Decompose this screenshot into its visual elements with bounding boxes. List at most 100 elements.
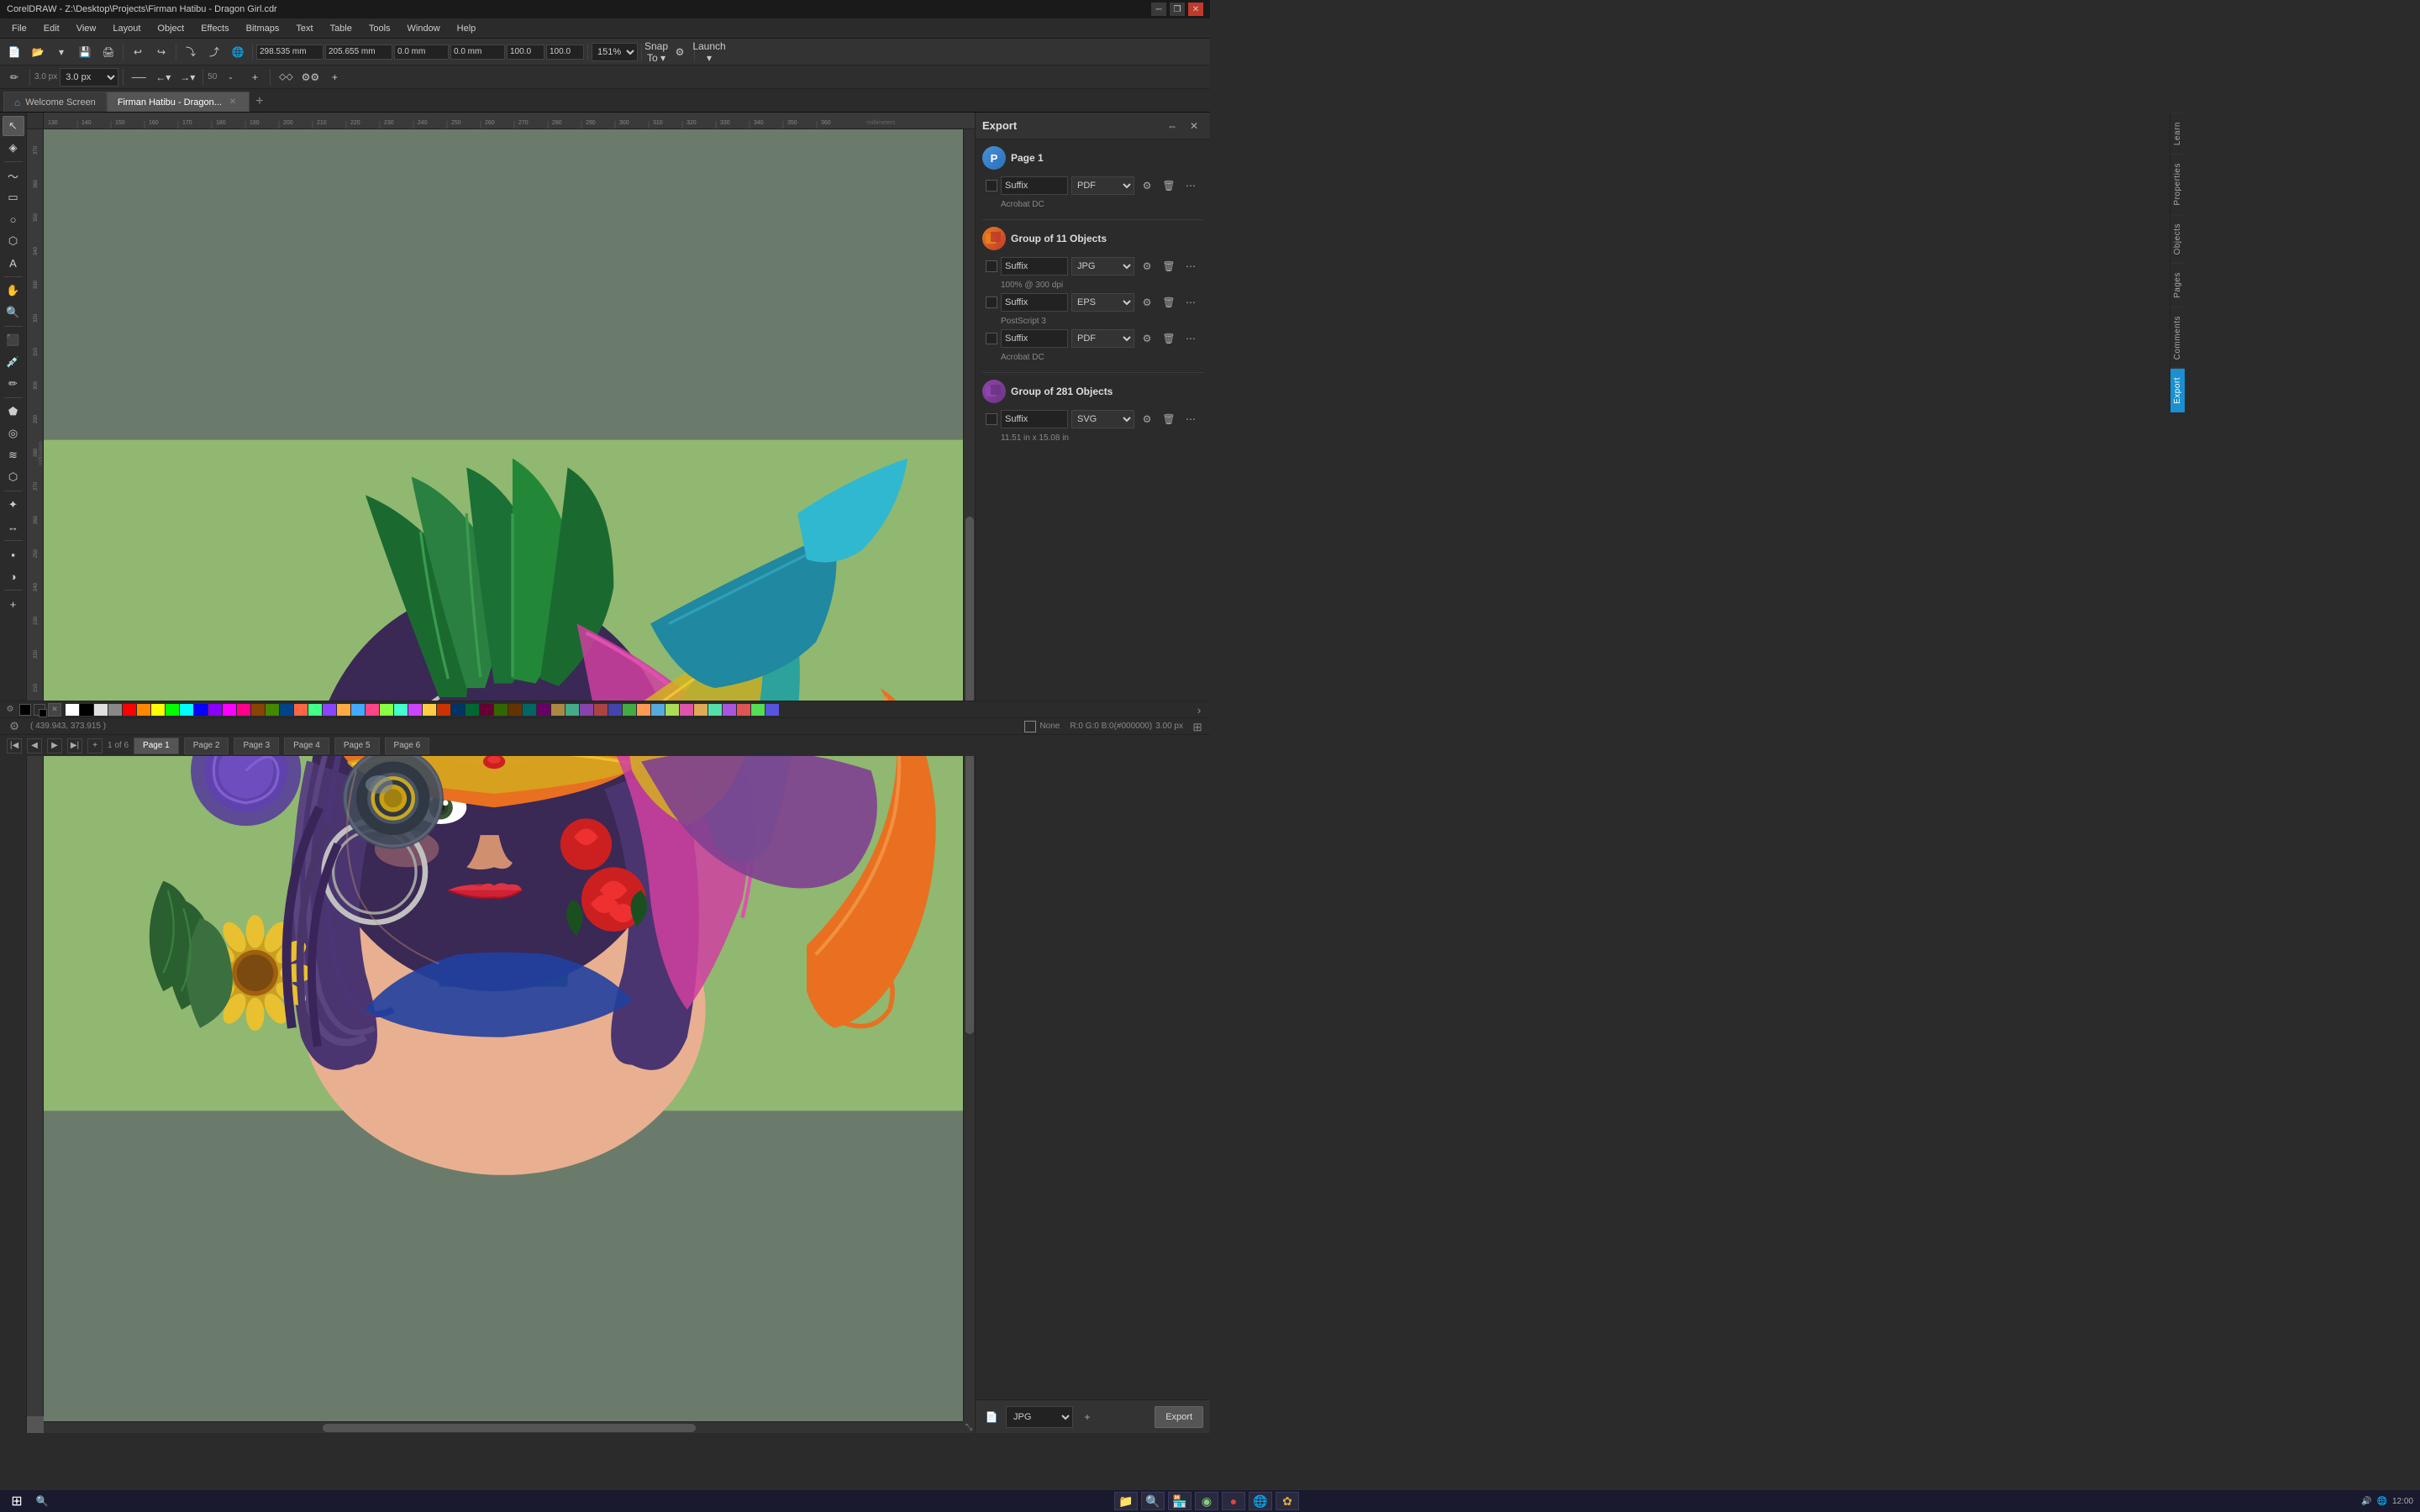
taskbar-store[interactable]: 🏪 (1168, 1492, 1192, 1510)
eyedropper-tool[interactable]: 💉 (3, 352, 24, 372)
color-hot-pink[interactable] (366, 704, 379, 716)
color-coral[interactable] (294, 704, 308, 716)
menu-object[interactable]: Object (149, 18, 192, 39)
group2-svg-checkbox[interactable] (986, 413, 997, 425)
envelope-tool[interactable]: ⬡ (3, 467, 24, 487)
color-cyan[interactable] (180, 704, 193, 716)
zoom-select[interactable]: 151% 100% 75% 50% 200% (592, 43, 638, 61)
taskbar-app3[interactable]: ✿ (1276, 1492, 1299, 1510)
publish-btn[interactable]: 🌐 (227, 41, 249, 63)
menu-table[interactable]: Table (322, 18, 360, 39)
status-expand-btn[interactable]: ⊞ (1192, 721, 1203, 732)
color-indigo[interactable] (608, 704, 622, 716)
horizontal-scrollbar[interactable] (44, 1421, 975, 1433)
menu-view[interactable]: View (68, 18, 105, 39)
page-tab-4[interactable]: Page 4 (284, 738, 329, 754)
tab-close-btn[interactable]: ✕ (227, 97, 239, 108)
group1-jpg-suffix[interactable] (1001, 257, 1068, 276)
restore-btn[interactable]: ❐ (1170, 3, 1185, 16)
export-btn[interactable]: ⤴ (203, 41, 225, 63)
current-fill-swatch[interactable] (19, 704, 31, 716)
page1-pdf-checkbox[interactable] (986, 180, 997, 192)
page1-pdf-suffix[interactable] (1001, 176, 1068, 195)
palette-settings-btn[interactable]: ⚙ (3, 703, 17, 717)
w2-coord[interactable] (507, 45, 544, 60)
tab-learn[interactable]: Learn (2170, 113, 2185, 154)
nodes-btn[interactable]: ⬦⬦ (275, 66, 297, 88)
tab-active-doc[interactable]: Firman Hatibu - Dragon... ✕ (107, 92, 250, 112)
color-orchid[interactable] (680, 704, 693, 716)
start-btn[interactable]: ⊞ (7, 1492, 27, 1510)
open-recent-btn[interactable]: ▾ (50, 41, 72, 63)
canvas-area[interactable]: 130 140 150 160 170 180 190 200 210 220 … (27, 113, 975, 1433)
h-coord[interactable] (450, 45, 505, 60)
color-dark-green[interactable] (266, 704, 279, 716)
close-panel-btn[interactable]: ✕ (1185, 117, 1203, 135)
start-arrow-btn[interactable]: ←▾ (152, 66, 174, 88)
snap-to-btn[interactable]: Snap To ▾ (645, 41, 667, 63)
launch-btn[interactable]: Launch ▾ (698, 41, 720, 63)
group1-eps-settings-btn[interactable]: ⚙ (1138, 293, 1156, 312)
page-tab-2[interactable]: Page 2 (184, 738, 229, 754)
import-btn[interactable]: ⤵ (180, 41, 202, 63)
add-btn[interactable]: + (324, 66, 345, 88)
node-tool[interactable]: ◈ (3, 138, 24, 158)
w-coord[interactable] (394, 45, 449, 60)
color-light-blue[interactable] (351, 704, 365, 716)
menu-window[interactable]: Window (399, 18, 449, 39)
menu-text[interactable]: Text (287, 18, 321, 39)
x-coord[interactable] (256, 45, 324, 60)
group1-jpg-format[interactable]: JPGPNGPDFSVGEPS (1071, 257, 1134, 276)
color-sienna[interactable] (508, 704, 522, 716)
tab-comments[interactable]: Comments (2170, 307, 2185, 368)
transparency-tool[interactable]: ◑ (3, 566, 24, 586)
color-amethyst[interactable] (580, 704, 593, 716)
color-green[interactable] (166, 704, 179, 716)
export-footer-icon-btn[interactable]: 📄 (982, 1408, 1001, 1426)
color-dark-blue[interactable] (280, 704, 293, 716)
color-brick[interactable] (594, 704, 608, 716)
page1-pdf-settings-btn[interactable]: ⚙ (1138, 176, 1156, 195)
color-sage[interactable] (566, 704, 579, 716)
color-teal-light[interactable] (394, 704, 408, 716)
taskbar-browser[interactable]: 🌐 (1249, 1492, 1272, 1510)
color-brown[interactable] (251, 704, 265, 716)
add-tab-btn[interactable]: + (250, 92, 270, 112)
color-light-orange[interactable] (337, 704, 350, 716)
export-footer-format[interactable]: JPGPNGPDFSVGEPS (1006, 1406, 1073, 1428)
color-dark-red[interactable] (437, 704, 450, 716)
rect-tool[interactable]: ▭ (3, 187, 24, 207)
end-arrow-btn[interactable]: →▾ (176, 66, 198, 88)
page-tab-6[interactable]: Page 6 (385, 738, 430, 754)
shadow-tool[interactable]: ▪ (3, 544, 24, 564)
color-sky[interactable] (651, 704, 665, 716)
group1-pdf-format[interactable]: PDFJPGPNGSVGEPS (1071, 329, 1134, 348)
taskbar-app2[interactable]: ● (1222, 1492, 1245, 1510)
color-black[interactable] (80, 704, 93, 716)
group1-jpg-checkbox[interactable] (986, 260, 997, 272)
group1-eps-format[interactable]: EPSJPGPNGPDFSVG (1071, 293, 1134, 312)
print-btn[interactable]: 🖨 (97, 41, 119, 63)
canvas-viewport[interactable] (44, 129, 963, 1421)
smooth-minus-btn[interactable]: - (219, 66, 241, 88)
color-yellow-green[interactable] (666, 704, 679, 716)
menu-tools[interactable]: Tools (360, 18, 399, 39)
smooth-plus-btn[interactable]: + (244, 66, 266, 88)
current-stroke-swatch[interactable] (34, 704, 45, 716)
page-tab-5[interactable]: Page 5 (334, 738, 380, 754)
menu-help[interactable]: Help (449, 18, 485, 39)
undo-btn[interactable]: ↩ (127, 41, 149, 63)
color-plum[interactable] (537, 704, 550, 716)
taskbar-explorer[interactable]: 📁 (1114, 1492, 1138, 1510)
close-btn[interactable]: ✕ (1188, 3, 1203, 16)
group1-pdf-checkbox[interactable] (986, 333, 997, 344)
menu-file[interactable]: File (3, 18, 35, 39)
color-blue[interactable] (194, 704, 208, 716)
page-play-btn[interactable]: ▶ (47, 738, 62, 753)
group1-jpg-delete-btn[interactable]: 🗑 (1160, 257, 1178, 276)
group1-pdf-settings-btn[interactable]: ⚙ (1138, 329, 1156, 348)
group2-svg-settings-btn[interactable]: ⚙ (1138, 410, 1156, 428)
snap-settings-btn[interactable]: ⚙ (669, 41, 691, 63)
select-tool[interactable]: ↖ (3, 116, 24, 136)
text-tool[interactable]: A (3, 253, 24, 273)
